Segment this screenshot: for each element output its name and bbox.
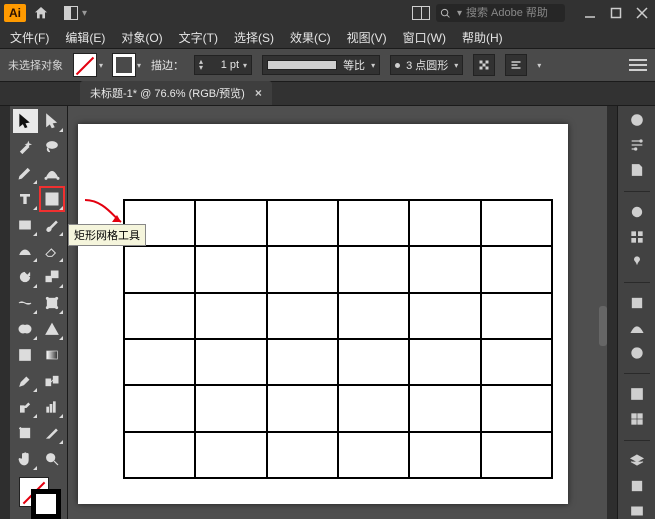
document-tab-row: 未标题-1* @ 76.6% (RGB/预览) ×: [0, 82, 655, 106]
toolbox: [10, 106, 68, 519]
brush-preview-icon: [395, 63, 400, 68]
title-bar: Ai ▾ ▾: [0, 0, 655, 26]
stroke-label: 描边：: [151, 57, 184, 73]
menu-help[interactable]: 帮助(H): [456, 27, 509, 48]
menu-select[interactable]: 选择(S): [228, 27, 280, 48]
fill-swatch[interactable]: [73, 53, 97, 77]
brush-name: 3 点圆形: [406, 57, 448, 73]
window-close-button[interactable]: [633, 4, 651, 22]
shaper-tool[interactable]: [13, 239, 38, 263]
stroke-swatch[interactable]: [113, 54, 135, 76]
hand-tool[interactable]: [13, 447, 38, 471]
lasso-tool[interactable]: [40, 135, 65, 159]
paintbrush-tool[interactable]: [40, 213, 65, 237]
scale-label: 等比: [343, 57, 365, 73]
rectangle-tool[interactable]: [13, 213, 38, 237]
document-tab[interactable]: 未标题-1* @ 76.6% (RGB/预览) ×: [80, 81, 272, 105]
app-logo: Ai: [4, 4, 26, 22]
rectangular-grid-object[interactable]: [123, 199, 553, 479]
menu-effect[interactable]: 效果(C): [284, 27, 337, 48]
column-graph-tool[interactable]: [40, 395, 65, 419]
eraser-tool[interactable]: [40, 239, 65, 263]
perspective-grid-tool[interactable]: [40, 317, 65, 341]
layers-panel-icon[interactable]: [624, 452, 650, 469]
menu-bar: 文件(F) 编辑(E) 对象(O) 文字(T) 选择(S) 效果(C) 视图(V…: [0, 26, 655, 48]
menu-edit[interactable]: 编辑(E): [59, 27, 111, 48]
window-minimize-button[interactable]: [581, 4, 599, 22]
tab-close-button[interactable]: ×: [255, 86, 262, 100]
free-transform-tool[interactable]: [40, 291, 65, 315]
stroke-profile[interactable]: 等比 ▾: [262, 55, 380, 75]
fill-stroke-color-picker[interactable]: [13, 473, 64, 519]
graphic-styles-panel-icon[interactable]: [624, 411, 650, 428]
control-bar: 未选择对象 ▾ ▾ 描边： ▴▾ ▾ 等比 ▾ 3 点圆形 ▾ ▾: [0, 48, 655, 82]
blend-tool[interactable]: [40, 369, 65, 393]
artboard-tool[interactable]: [13, 421, 38, 445]
menu-view[interactable]: 视图(V): [341, 27, 393, 48]
menu-type[interactable]: 文字(T): [173, 27, 224, 48]
direct-selection-tool[interactable]: [40, 109, 65, 133]
canvas[interactable]: 矩形网格工具: [68, 106, 607, 519]
mesh-tool[interactable]: [13, 343, 38, 367]
curvature-tool[interactable]: [40, 161, 65, 185]
selection-tool[interactable]: [13, 109, 38, 133]
type-tool[interactable]: [13, 187, 38, 211]
properties-panel-icon[interactable]: [624, 137, 650, 154]
search-input[interactable]: [466, 7, 561, 19]
stroke-weight-field[interactable]: ▴▾ ▾: [194, 55, 252, 75]
left-panel-strip[interactable]: [0, 106, 10, 519]
swatches-panel-icon[interactable]: [624, 228, 650, 245]
stroke-profile-preview: [267, 60, 337, 70]
right-panel-strip[interactable]: [607, 106, 617, 519]
shape-builder-tool[interactable]: [13, 317, 38, 341]
gradient-panel-icon[interactable]: [624, 320, 650, 337]
vertical-scrollbar-thumb[interactable]: [599, 306, 607, 346]
rectangular-grid-tool[interactable]: [40, 187, 65, 211]
color-panel-icon[interactable]: [624, 112, 650, 129]
appearance-panel-icon[interactable]: [624, 386, 650, 403]
control-bar-menu-icon[interactable]: [629, 59, 647, 71]
search-icon: [440, 8, 451, 19]
brushes-panel-icon[interactable]: [624, 203, 650, 220]
stepper-icon[interactable]: ▴▾: [199, 59, 203, 71]
symbols-panel-icon[interactable]: [624, 253, 650, 270]
tool-tooltip: 矩形网格工具: [68, 224, 146, 246]
align-button[interactable]: [505, 54, 527, 76]
magic-wand-tool[interactable]: [13, 135, 38, 159]
gradient-tool[interactable]: [40, 343, 65, 367]
chevron-down-icon: ▾: [457, 8, 462, 19]
selection-status: 未选择对象: [8, 57, 63, 73]
transparency-panel-icon[interactable]: [624, 344, 650, 361]
home-icon[interactable]: [32, 4, 50, 22]
right-panel-dock: [617, 106, 655, 519]
eyedropper-tool[interactable]: [13, 369, 38, 393]
stroke-weight-input[interactable]: [207, 59, 239, 71]
menu-window[interactable]: 窗口(W): [397, 27, 452, 48]
artboard[interactable]: [78, 124, 568, 504]
width-tool[interactable]: [13, 291, 38, 315]
chevron-down-icon: ▾: [82, 8, 87, 19]
window-maximize-button[interactable]: [607, 4, 625, 22]
asset-export-panel-icon[interactable]: [624, 477, 650, 494]
zoom-tool[interactable]: [40, 447, 65, 471]
document-tab-label: 未标题-1* @ 76.6% (RGB/预览): [90, 85, 245, 101]
pen-tool[interactable]: [13, 161, 38, 185]
arrange-documents-icon[interactable]: [412, 6, 430, 20]
stroke-color-swatch[interactable]: [31, 489, 61, 519]
help-search[interactable]: ▾: [436, 4, 565, 22]
stroke-panel-icon[interactable]: [624, 295, 650, 312]
menu-object[interactable]: 对象(O): [115, 27, 168, 48]
main-area: 矩形网格工具: [0, 106, 655, 519]
opacity-style-button[interactable]: [473, 54, 495, 76]
rotate-tool[interactable]: [13, 265, 38, 289]
symbol-sprayer-tool[interactable]: [13, 395, 38, 419]
brush-definition[interactable]: 3 点圆形 ▾: [390, 55, 463, 75]
scale-tool[interactable]: [40, 265, 65, 289]
libraries-panel-icon[interactable]: [624, 162, 650, 179]
artboards-panel-icon[interactable]: [624, 502, 650, 519]
menu-file[interactable]: 文件(F): [4, 27, 55, 48]
workspace-switcher[interactable]: ▾: [64, 6, 87, 20]
slice-tool[interactable]: [40, 421, 65, 445]
